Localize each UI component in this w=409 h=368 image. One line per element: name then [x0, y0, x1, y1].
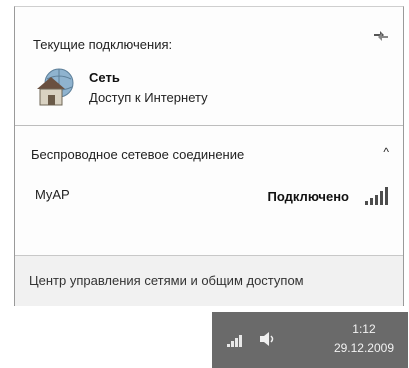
house-globe-icon [37, 68, 74, 106]
network-tray-icon[interactable] [226, 332, 246, 348]
current-connections-heading: Текущие подключения: [33, 37, 173, 52]
taskbar-tray: 1:12 29.12.2009 [212, 312, 408, 368]
wifi-network-item[interactable]: MyAP Подключено [21, 177, 397, 211]
network-flyout: Текущие подключения: Сеть Доступ к Интер… [14, 6, 404, 306]
network-access-status: Доступ к Интернету [89, 90, 208, 105]
speaker-icon[interactable] [258, 330, 276, 348]
wireless-section: Беспроводное сетевое соединение ^ MyAP П… [15, 125, 403, 225]
signal-strength-icon [365, 187, 388, 205]
network-name: Сеть [89, 70, 120, 85]
footer-bar: Центр управления сетями и общим доступом [15, 255, 403, 306]
clock-time: 1:12 [352, 322, 376, 336]
wifi-connection-status: Подключено [267, 189, 349, 204]
network-sharing-center-link[interactable]: Центр управления сетями и общим доступом [29, 273, 304, 288]
wifi-ssid: MyAP [35, 187, 70, 202]
collapse-chevron-icon[interactable]: ^ [383, 145, 389, 159]
clock[interactable]: 1:12 29.12.2009 [334, 320, 394, 358]
clock-date: 29.12.2009 [333, 341, 394, 355]
current-connections-section: Текущие подключения: Сеть Доступ к Интер… [15, 7, 403, 126]
wireless-heading: Беспроводное сетевое соединение [31, 147, 245, 162]
refresh-icon[interactable] [371, 27, 391, 45]
